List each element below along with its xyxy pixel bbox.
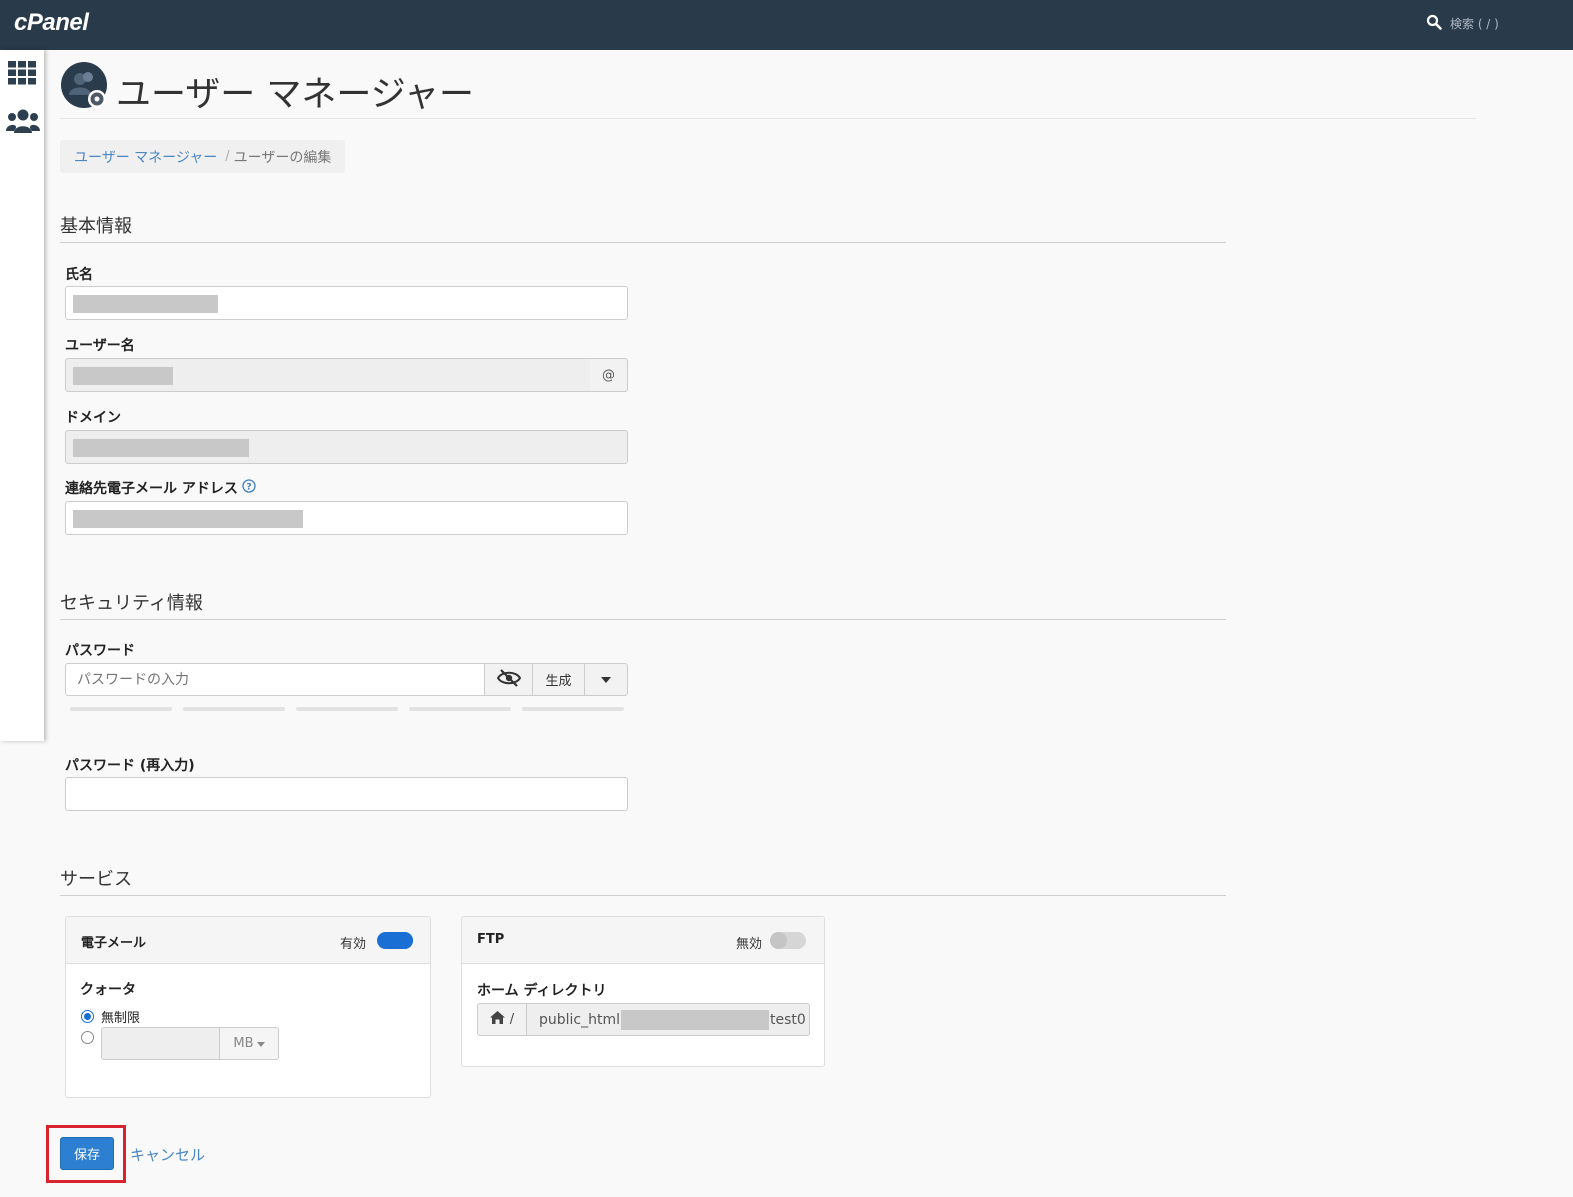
- domain-label: ドメイン: [65, 410, 121, 426]
- section-basic-divider: [60, 242, 1226, 243]
- username-label: ユーザー名: [65, 338, 135, 354]
- title-divider: [60, 118, 1476, 119]
- ftp-panel-header: FTP 無効: [462, 917, 824, 964]
- full-name-input[interactable]: [65, 286, 628, 320]
- search-placeholder[interactable]: 検索 ( / ): [1450, 15, 1499, 32]
- quota-unit-dropdown[interactable]: MB: [219, 1027, 279, 1060]
- section-services-divider: [60, 895, 1226, 896]
- search-icon[interactable]: [1426, 14, 1442, 33]
- username-input[interactable]: [65, 358, 591, 392]
- section-security-title: セキュリティ情報: [60, 593, 203, 614]
- toggle-password-visibility-button[interactable]: [484, 663, 533, 696]
- home-directory-input[interactable]: public_html test0: [526, 1003, 810, 1036]
- password-strength-segment: [183, 707, 285, 711]
- redacted-value: [73, 295, 218, 313]
- redacted-value: [73, 367, 173, 385]
- email-panel-header: 電子メール 有効: [66, 917, 430, 964]
- page-title: ユーザー マネージャー: [116, 75, 474, 115]
- home-path-end: test0: [770, 1011, 806, 1028]
- home-prefix: /: [509, 1012, 515, 1027]
- password-confirm-input[interactable]: [65, 777, 628, 811]
- password-strength-segment: [409, 707, 511, 711]
- generate-options-dropdown[interactable]: [584, 663, 628, 696]
- domain-input[interactable]: [65, 430, 628, 464]
- eye-slash-icon: [496, 668, 521, 691]
- caret-down-icon: [256, 1036, 265, 1051]
- email-panel-title: 電子メール: [81, 936, 147, 951]
- password-strength-segment: [70, 707, 172, 711]
- grid-icon[interactable]: [6, 60, 38, 90]
- password-strength-segment: [522, 707, 624, 711]
- quota-unlimited-radio[interactable]: [81, 1010, 94, 1023]
- section-security-divider: [60, 619, 1226, 620]
- password-input[interactable]: [65, 663, 485, 696]
- cancel-link[interactable]: キャンセル: [130, 1144, 205, 1165]
- svg-text:?: ?: [246, 483, 251, 493]
- toggle-knob: [396, 932, 413, 949]
- home-directory-addon: /: [477, 1003, 527, 1036]
- caret-down-icon: [601, 672, 611, 687]
- generate-password-button[interactable]: 生成: [532, 663, 585, 696]
- email-service-toggle[interactable]: [377, 932, 413, 949]
- contact-email-label-text: 連絡先電子メール アドレス: [65, 481, 238, 497]
- redacted-value: [73, 510, 303, 528]
- save-button[interactable]: 保存: [60, 1137, 114, 1170]
- quota-custom-radio[interactable]: [81, 1031, 94, 1044]
- cpanel-logo[interactable]: cPanel: [14, 9, 89, 37]
- breadcrumb-parent-link[interactable]: ユーザー マネージャー: [74, 147, 217, 167]
- breadcrumb-separator: /: [225, 149, 230, 164]
- full-name-label: 氏名: [65, 267, 93, 283]
- home-icon: [489, 1011, 505, 1028]
- section-services-title: サービス: [60, 869, 132, 890]
- password-strength-segment: [296, 707, 398, 711]
- quota-value-input[interactable]: [101, 1027, 220, 1060]
- quota-unlimited-label[interactable]: 無制限: [101, 1007, 140, 1026]
- contact-email-input[interactable]: [65, 501, 628, 535]
- user-manager-icon: [60, 61, 108, 109]
- ftp-service-toggle[interactable]: [770, 932, 806, 949]
- search-box[interactable]: 検索 ( / ): [1426, 14, 1499, 33]
- users-icon[interactable]: [6, 108, 40, 138]
- breadcrumb: ユーザー マネージャー / ユーザーの編集: [60, 140, 346, 173]
- username-at-addon: @: [590, 358, 628, 392]
- redacted-value: [621, 1009, 770, 1030]
- ftp-panel-title: FTP: [477, 932, 505, 947]
- quota-label: クォータ: [80, 982, 136, 998]
- breadcrumb-current: ユーザーの編集: [233, 149, 332, 166]
- ftp-toggle-status: 無効: [736, 937, 763, 952]
- email-toggle-status: 有効: [340, 937, 367, 952]
- password-label: パスワード: [65, 643, 135, 659]
- home-directory-label: ホーム ディレクトリ: [477, 983, 607, 999]
- left-rail: [0, 50, 44, 741]
- top-bar: cPanel 検索 ( / ): [0, 0, 1573, 50]
- contact-email-label: 連絡先電子メール アドレス ?: [65, 478, 256, 498]
- password-confirm-label: パスワード (再入力): [65, 758, 195, 774]
- help-icon[interactable]: ?: [242, 479, 256, 497]
- toggle-knob: [770, 932, 787, 949]
- quota-unit-label: MB: [233, 1036, 254, 1051]
- redacted-value: [73, 439, 249, 457]
- section-basic-title: 基本情報: [60, 216, 132, 237]
- home-path-start: public_html: [539, 1011, 621, 1028]
